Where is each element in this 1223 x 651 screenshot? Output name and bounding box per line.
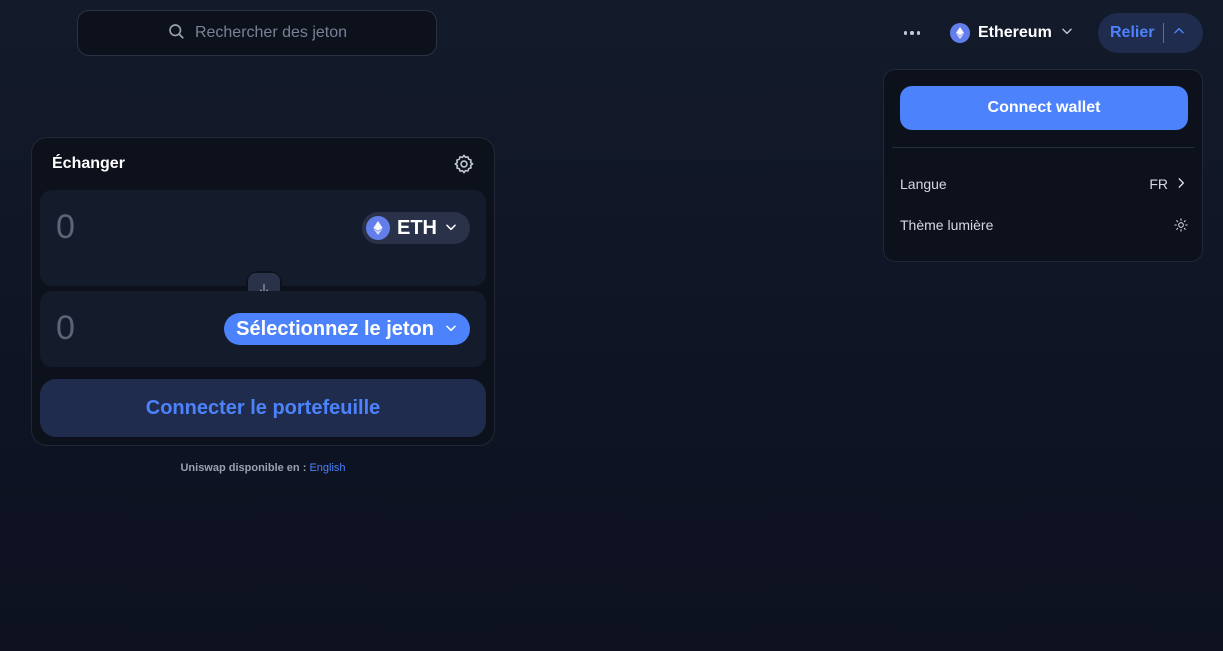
- chevron-down-icon: [444, 318, 458, 341]
- output-token-selector[interactable]: Sélectionnez le jeton: [224, 313, 470, 345]
- language-value: FR: [1149, 176, 1168, 192]
- gear-icon[interactable]: [453, 153, 475, 175]
- connect-portfolio-button[interactable]: Connecter le portefeuille: [40, 379, 486, 437]
- search-bar[interactable]: Rechercher des jeton: [77, 10, 437, 56]
- language-setting[interactable]: Langue FR: [900, 169, 1188, 199]
- theme-setting[interactable]: Thème lumière: [900, 210, 1188, 240]
- menu-divider: [892, 147, 1194, 148]
- input-amount-field[interactable]: [56, 208, 256, 247]
- chevron-up-icon: [1172, 24, 1186, 43]
- output-panel: Sélectionnez le jeton: [40, 291, 486, 367]
- connect-button-label: Relier: [1110, 24, 1155, 41]
- wallet-dropdown-menu: Connect wallet Langue FR Thème lumière: [883, 69, 1203, 262]
- search-icon: [167, 22, 185, 45]
- chevron-down-icon: [1060, 24, 1074, 43]
- search-placeholder: Rechercher des jeton: [194, 24, 348, 41]
- footer-text: Uniswap disponible en :: [180, 462, 307, 474]
- network-label: Ethereum: [978, 24, 1052, 41]
- connect-button[interactable]: Relier: [1098, 13, 1203, 53]
- ethereum-icon: [366, 216, 390, 240]
- output-token-label: Sélectionnez le jeton: [236, 317, 434, 340]
- divider: [1163, 23, 1165, 43]
- more-icon: [903, 31, 921, 35]
- ethereum-icon: [950, 23, 970, 43]
- more-options-button[interactable]: [898, 20, 926, 46]
- input-token-label: ETH: [397, 216, 437, 239]
- swap-title: Échanger: [52, 155, 125, 172]
- input-token-selector[interactable]: ETH: [362, 212, 470, 244]
- sun-icon[interactable]: [1174, 218, 1188, 232]
- chevron-right-icon: [1174, 176, 1188, 193]
- swap-card: Échanger ETH Sélectionnez le jeton Co: [31, 137, 495, 446]
- footer-language-link[interactable]: English: [309, 462, 345, 474]
- connect-wallet-button[interactable]: Connect wallet: [900, 86, 1188, 130]
- network-selector[interactable]: Ethereum: [946, 18, 1080, 48]
- chevron-down-icon: [444, 217, 458, 240]
- theme-label: Thème lumière: [900, 217, 994, 233]
- language-label: Langue: [900, 176, 947, 192]
- language-footer: Uniswap disponible en : English: [31, 462, 495, 474]
